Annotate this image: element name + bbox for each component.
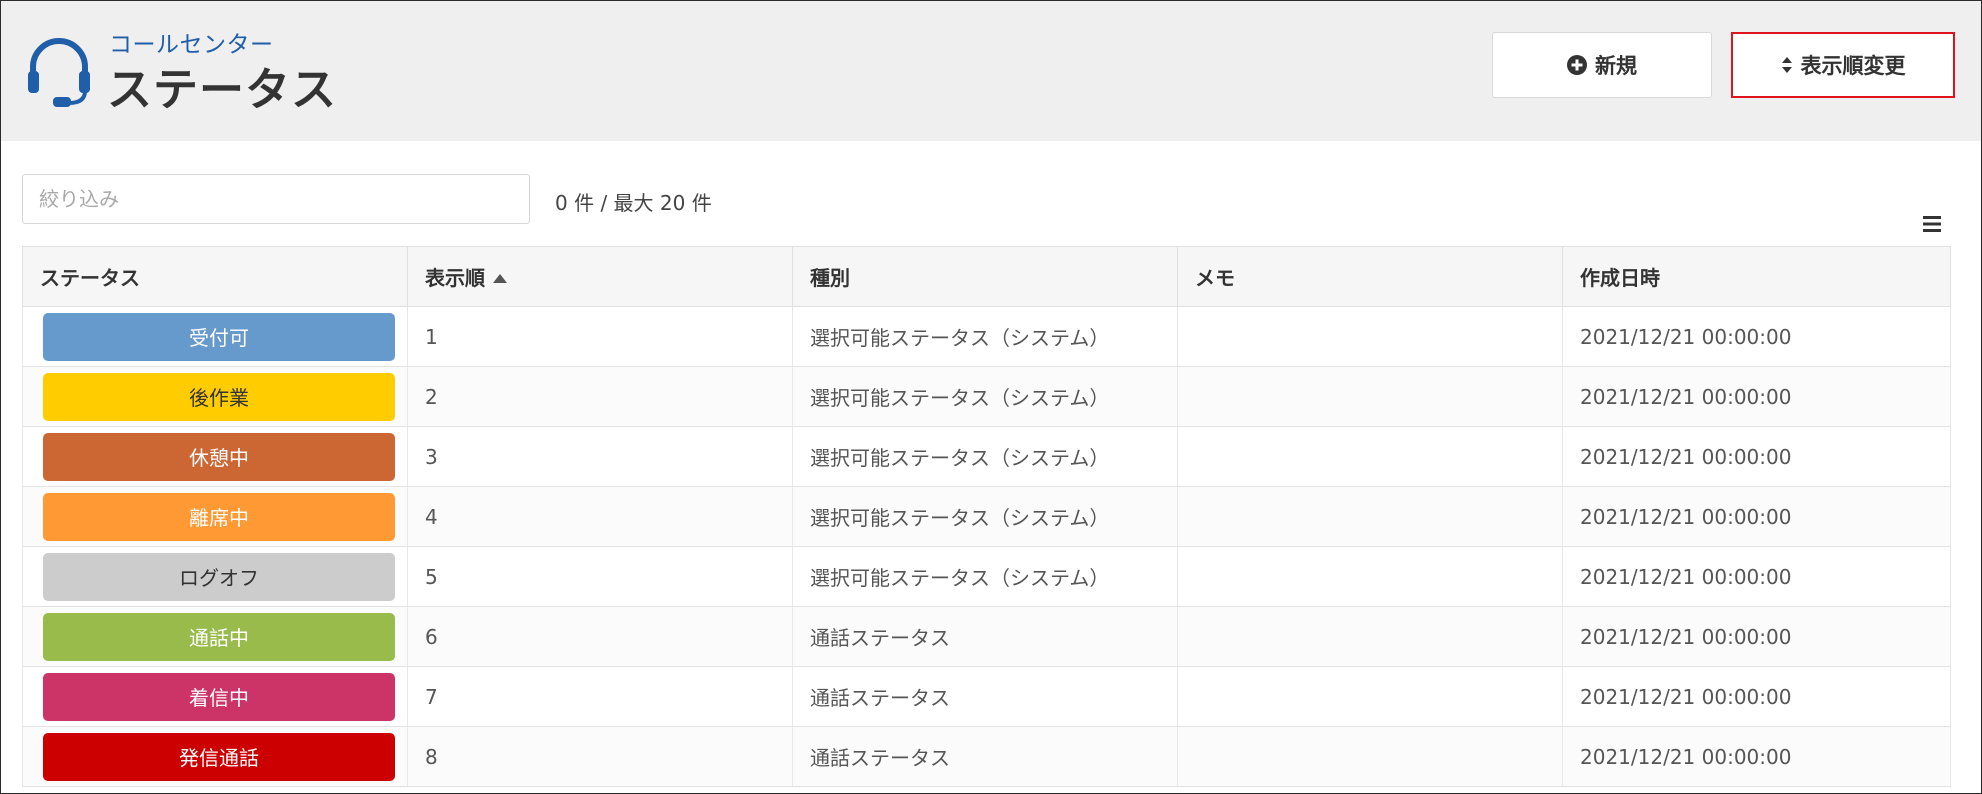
- order-cell: 6: [407, 606, 793, 667]
- column-header-memo[interactable]: メモ: [1177, 246, 1563, 307]
- created-cell: 2021/12/21 00:00:00: [1562, 426, 1951, 487]
- created-cell: 2021/12/21 00:00:00: [1562, 606, 1951, 667]
- status-cell: 後作業: [22, 366, 408, 427]
- record-count: 0 件 / 最大 20 件: [555, 191, 712, 215]
- column-header-label: 種別: [810, 266, 850, 290]
- created-cell: 2021/12/21 00:00:00: [1562, 666, 1951, 727]
- memo-cell: [1177, 546, 1563, 607]
- table-row[interactable]: 後作業 2 選択可能ステータス（システム） 2021/12/21 00:00:00: [22, 366, 1951, 427]
- status-badge[interactable]: 休憩中: [43, 432, 395, 481]
- memo-cell: [1177, 306, 1563, 367]
- order-cell: 3: [407, 426, 793, 487]
- type-cell: 選択可能ステータス（システム）: [792, 426, 1178, 487]
- column-header-label: メモ: [1195, 266, 1235, 290]
- status-cell: ログオフ: [22, 546, 408, 607]
- status-badge[interactable]: 発信通話: [43, 732, 395, 781]
- status-badge[interactable]: 受付可: [43, 312, 395, 361]
- status-badge[interactable]: 後作業: [43, 372, 395, 421]
- created-cell: 2021/12/21 00:00:00: [1562, 486, 1951, 547]
- table-row[interactable]: 休憩中 3 選択可能ステータス（システム） 2021/12/21 00:00:00: [22, 426, 1951, 487]
- order-cell: 4: [407, 486, 793, 547]
- table-row[interactable]: 離席中 4 選択可能ステータス（システム） 2021/12/21 00:00:00: [22, 486, 1951, 547]
- memo-cell: [1177, 366, 1563, 427]
- new-button[interactable]: 新規: [1492, 32, 1712, 98]
- status-cell: 着信中: [22, 666, 408, 727]
- created-cell: 2021/12/21 00:00:00: [1562, 306, 1951, 367]
- new-button-label: 新規: [1595, 54, 1637, 78]
- table-row[interactable]: 発信通話 8 通話ステータス 2021/12/21 00:00:00: [22, 726, 1951, 787]
- type-cell: 選択可能ステータス（システム）: [792, 546, 1178, 607]
- created-cell: 2021/12/21 00:00:00: [1562, 726, 1951, 787]
- change-order-button-label: 表示順変更: [1800, 54, 1906, 78]
- status-cell: 通話中: [22, 606, 408, 667]
- column-header-label: 作成日時: [1580, 266, 1660, 290]
- type-cell: 選択可能ステータス（システム）: [792, 306, 1178, 367]
- table-body: 受付可 1 選択可能ステータス（システム） 2021/12/21 00:00:00 後作…: [22, 306, 1951, 787]
- created-cell: 2021/12/21 00:00:00: [1562, 366, 1951, 427]
- status-cell: 離席中: [22, 486, 408, 547]
- status-cell: 受付可: [22, 306, 408, 367]
- table-row[interactable]: ログオフ 5 選択可能ステータス（システム） 2021/12/21 00:00:00: [22, 546, 1951, 607]
- sort-icon: [1781, 56, 1793, 74]
- column-header-created[interactable]: 作成日時: [1562, 246, 1951, 307]
- status-table: ステータス 表示順 種別 メモ 作成日時 受付可 1 選択可能ステータス（システム）…: [22, 246, 1951, 787]
- status-cell: 発信通話: [22, 726, 408, 787]
- memo-cell: [1177, 426, 1563, 487]
- table-row[interactable]: 受付可 1 選択可能ステータス（システム） 2021/12/21 00:00:00: [22, 306, 1951, 367]
- type-cell: 選択可能ステータス（システム）: [792, 486, 1178, 547]
- column-menu-icon[interactable]: [1921, 214, 1943, 234]
- app-window: コールセンター ステータス 新規 表示順変更 0 件 / 最大 20: [0, 0, 1982, 794]
- table-row[interactable]: 着信中 7 通話ステータス 2021/12/21 00:00:00: [22, 666, 1951, 727]
- memo-cell: [1177, 606, 1563, 667]
- order-cell: 7: [407, 666, 793, 727]
- status-badge[interactable]: 通話中: [43, 612, 395, 661]
- memo-cell: [1177, 666, 1563, 727]
- created-cell: 2021/12/21 00:00:00: [1562, 546, 1951, 607]
- status-cell: 休憩中: [22, 426, 408, 487]
- table-row[interactable]: 通話中 6 通話ステータス 2021/12/21 00:00:00: [22, 606, 1951, 667]
- headset-icon: [28, 38, 90, 107]
- type-cell: 通話ステータス: [792, 606, 1178, 667]
- column-header-label: 表示順: [425, 266, 485, 290]
- memo-cell: [1177, 486, 1563, 547]
- order-cell: 5: [407, 546, 793, 607]
- page-title: ステータス: [107, 63, 338, 116]
- column-header-status[interactable]: ステータス: [22, 246, 408, 307]
- plus-circle-icon: [1567, 55, 1587, 75]
- type-cell: 通話ステータス: [792, 666, 1178, 727]
- type-cell: 通話ステータス: [792, 726, 1178, 787]
- column-header-order[interactable]: 表示順: [407, 246, 793, 307]
- status-badge[interactable]: 着信中: [43, 672, 395, 721]
- column-header-type[interactable]: 種別: [792, 246, 1178, 307]
- type-cell: 選択可能ステータス（システム）: [792, 366, 1178, 427]
- memo-cell: [1177, 726, 1563, 787]
- order-cell: 2: [407, 366, 793, 427]
- order-cell: 1: [407, 306, 793, 367]
- column-header-label: ステータス: [40, 266, 140, 290]
- change-order-button[interactable]: 表示順変更: [1731, 32, 1955, 98]
- sort-ascending-icon: [493, 274, 507, 283]
- table-header-row: ステータス 表示順 種別 メモ 作成日時: [22, 246, 1951, 307]
- filter-input[interactable]: [22, 174, 530, 224]
- status-badge[interactable]: ログオフ: [43, 552, 395, 601]
- page-header: コールセンター ステータス 新規 表示順変更: [1, 1, 1981, 141]
- status-badge[interactable]: 離席中: [43, 492, 395, 541]
- order-cell: 8: [407, 726, 793, 787]
